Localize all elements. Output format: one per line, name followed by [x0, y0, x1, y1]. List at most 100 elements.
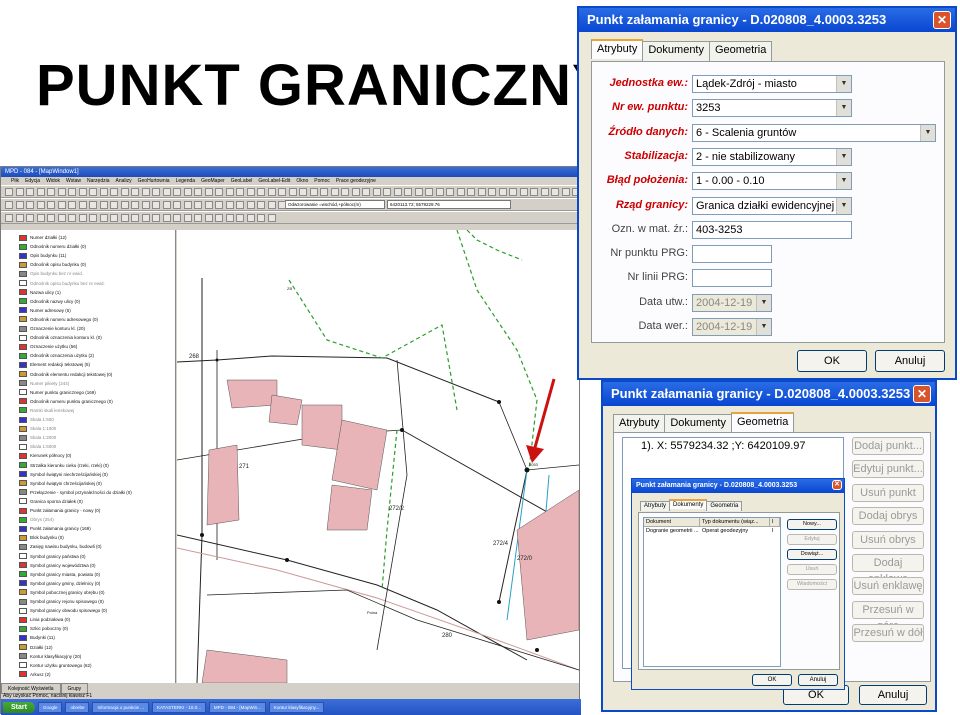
toolbar-button[interactable]: [152, 188, 160, 196]
layer-item[interactable]: Symbol granicy województwa (0): [19, 561, 96, 570]
toolbar-button[interactable]: [204, 201, 213, 209]
chevron-down-icon[interactable]: ▼: [836, 76, 851, 92]
field-input[interactable]: 2004-12-19 ▼: [692, 293, 772, 312]
toolbar-button[interactable]: [173, 201, 181, 209]
field-input[interactable]: 2004-12-19 ▼: [692, 318, 772, 336]
toolbar-button[interactable]: [47, 214, 55, 222]
toolbar-button[interactable]: [162, 201, 171, 209]
toolbar-button[interactable]: [131, 201, 139, 209]
layer-item[interactable]: Odnośnik oznaczenia konturu kl. (0): [19, 333, 102, 342]
toolbar-button[interactable]: [320, 188, 328, 196]
layer-item[interactable]: Kierunek północy (0): [19, 451, 71, 460]
table-row[interactable]: Dogranie geometrii ... Operat geodezyjny I: [644, 527, 780, 535]
toolbar-button[interactable]: [215, 188, 223, 196]
layer-item[interactable]: Opis budynku (11): [19, 251, 66, 260]
geometry-action-button[interactable]: Dodaj obrys: [852, 507, 924, 526]
toolbar-button[interactable]: [183, 214, 192, 222]
layer-item[interactable]: Element redakcji tekstowej (5): [19, 360, 90, 369]
geometry-action-button[interactable]: Dodaj punkt...: [852, 437, 924, 455]
toolbar-button[interactable]: [278, 201, 286, 209]
layer-item[interactable]: Odnośnik opisu budynku (0): [19, 260, 86, 269]
toolbar-button[interactable]: [225, 214, 234, 222]
toolbar-button[interactable]: [540, 188, 549, 196]
toolbar-button[interactable]: [351, 188, 360, 196]
geometry-action-button[interactable]: Przesuń w dół: [852, 624, 924, 643]
toolbar-button[interactable]: [236, 188, 244, 196]
toolbar-button[interactable]: [131, 188, 139, 196]
tab-atrybuty[interactable]: Atrybuty: [613, 414, 666, 434]
toolbar-button[interactable]: [393, 188, 402, 196]
toolbar-button[interactable]: [120, 214, 129, 222]
toolbar-button[interactable]: [236, 201, 244, 209]
close-icon[interactable]: ✕: [832, 480, 842, 490]
start-button[interactable]: Start: [3, 701, 35, 713]
toolbar-button[interactable]: [26, 188, 34, 196]
toolbar-button[interactable]: [89, 188, 97, 196]
toolbar-button[interactable]: [5, 188, 13, 196]
toolbar-button[interactable]: [372, 188, 381, 196]
toolbar-button[interactable]: [299, 188, 307, 196]
toolbar-button[interactable]: [561, 188, 570, 196]
menu-item[interactable]: Prace geodezyjne: [336, 177, 376, 185]
toolbar-button[interactable]: [173, 214, 181, 222]
toolbar-button[interactable]: [110, 188, 118, 196]
close-icon[interactable]: ✕: [933, 11, 951, 29]
menu-item[interactable]: Pomoc: [314, 177, 330, 185]
chevron-down-icon[interactable]: ▼: [836, 100, 851, 117]
layer-item[interactable]: Arkusz (2): [19, 670, 51, 679]
toolbar-button[interactable]: [383, 188, 391, 196]
toolbar-button[interactable]: [78, 214, 87, 222]
geometry-action-button[interactable]: Usuń obrys: [852, 530, 924, 549]
menu-item[interactable]: Analizy: [116, 177, 132, 185]
layer-item[interactable]: Budynki (11): [19, 633, 55, 642]
toolbar-button[interactable]: [15, 188, 24, 196]
toolbar-button[interactable]: [278, 188, 286, 196]
layer-item[interactable]: Odnośnik nazwy ulicy (0): [19, 297, 80, 306]
layer-item[interactable]: Szkic poboczny (0): [19, 624, 68, 633]
toolbar-button[interactable]: [36, 188, 45, 196]
menu-item[interactable]: GeoHurtownia: [138, 177, 170, 185]
geometry-point-item[interactable]: 1). X: 5579234.32 ;Y: 6420109.97: [623, 438, 843, 452]
toolbar-button[interactable]: [267, 214, 276, 222]
map-view[interactable]: 268 271 272/2 272/4 272/0 280 3053 Polna…: [177, 230, 579, 683]
document-action-button[interactable]: Dowiąż...: [787, 549, 837, 560]
toolbar-button[interactable]: [57, 201, 66, 209]
layer-item[interactable]: Symbol granicy rejonu spisowego (0): [19, 597, 104, 606]
toolbar-button[interactable]: [194, 188, 202, 196]
layer-item[interactable]: Odnośnik opisu budynku bez nr ewid.: [19, 279, 105, 288]
toolbar-button[interactable]: [183, 188, 192, 196]
layer-item[interactable]: Symbol granicy obwodu spisowego (0): [19, 606, 107, 615]
toolbar-button[interactable]: [47, 188, 55, 196]
toolbar-button[interactable]: [183, 201, 192, 209]
toolbar-button[interactable]: [162, 214, 171, 222]
cancel-button[interactable]: Anuluj: [798, 674, 838, 686]
toolbar-button[interactable]: [530, 188, 538, 196]
layer-item[interactable]: Skala 1:1000: [19, 424, 56, 433]
chevron-down-icon[interactable]: ▼: [756, 294, 771, 311]
layer-item[interactable]: Kontur klasyfikacyjny (20): [19, 652, 81, 661]
toolbar-button[interactable]: [5, 201, 13, 209]
tab-dokumenty[interactable]: Dokumenty: [669, 499, 708, 509]
layer-item[interactable]: Odnośnik numeru działki (0): [19, 242, 86, 251]
toolbar-button[interactable]: [246, 201, 255, 209]
document-action-button[interactable]: Usuń: [787, 564, 837, 575]
layer-item[interactable]: Granica sporna działek (0): [19, 497, 83, 506]
toolbar-button[interactable]: [99, 214, 108, 222]
field-input[interactable]: 3253 ▼: [692, 99, 852, 118]
toolbar-button[interactable]: [15, 214, 24, 222]
tab-geometria[interactable]: Geometria: [731, 412, 795, 432]
toolbar-button[interactable]: [5, 214, 13, 222]
geometry-action-button[interactable]: Dodaj enklawę: [852, 554, 924, 585]
field-input[interactable]: Lądek-Zdrój - miasto ▼: [692, 75, 852, 93]
layer-item[interactable]: Opis budynku bez nr ewid.: [19, 269, 83, 278]
toolbar-button[interactable]: [68, 201, 76, 209]
close-icon[interactable]: ✕: [913, 385, 931, 403]
menu-item[interactable]: Wstaw: [66, 177, 81, 185]
toolbar-button[interactable]: [246, 188, 255, 196]
toolbar-button[interactable]: [110, 201, 118, 209]
taskbar-item[interactable]: Kontur klasyfikacyjny...: [268, 701, 325, 713]
layer-item[interactable]: Punkt załamania granicy (169): [19, 524, 91, 533]
toolbar-button[interactable]: [26, 201, 34, 209]
field-input[interactable]: [692, 269, 772, 288]
layer-item[interactable]: Symbol granicy państwa (0): [19, 552, 86, 561]
